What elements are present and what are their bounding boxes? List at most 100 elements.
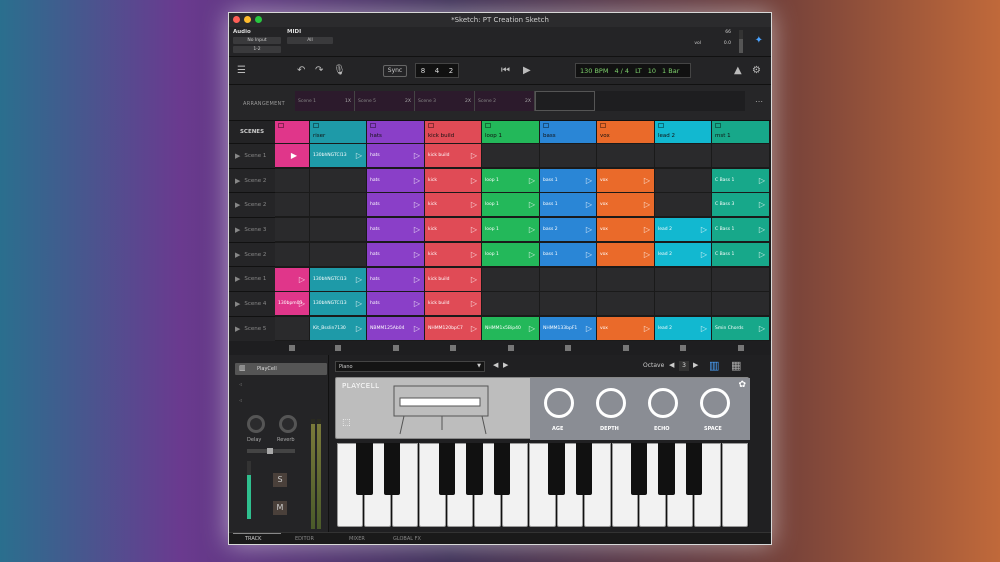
pin-icon[interactable]: ✦ <box>755 35 763 46</box>
empty-clip-slot[interactable] <box>310 168 366 192</box>
tab-global-fx[interactable]: GLOBAL FX <box>393 536 421 542</box>
clip-play-icon[interactable]: ▷ <box>471 151 477 160</box>
clip-play-icon[interactable]: ▷ <box>414 275 420 284</box>
clip-play-icon[interactable]: ▷ <box>471 275 477 284</box>
clip-play-icon[interactable]: ▷ <box>529 250 535 259</box>
empty-clip-slot[interactable] <box>540 267 596 291</box>
clip-cell[interactable]: loop 1 ▷ <box>482 218 539 242</box>
rewind-icon[interactable]: ⏮ <box>501 65 510 76</box>
pad-grid-icon[interactable]: ▦ <box>731 359 741 372</box>
undo-icon[interactable]: ↶ <box>297 65 305 76</box>
arrangement-segment[interactable]: Scene 3 2X <box>415 91 475 111</box>
track-header[interactable] <box>275 121 309 143</box>
clip-cell[interactable]: bass 2 ▷ <box>540 218 596 242</box>
clip-cell[interactable]: hats ▷ <box>367 193 424 217</box>
clip-cell[interactable]: C Bass 1 ▷ <box>712 218 769 242</box>
delay-knob[interactable] <box>247 415 265 433</box>
track-header[interactable]: mst 1 <box>712 121 769 143</box>
scene-launch-button[interactable]: ▶ Scene 4 <box>229 291 275 316</box>
scene-launch-button[interactable]: ▶ Scene 2 <box>229 192 275 218</box>
clip-cell[interactable]: NHMM1x5Bip40 ▷ <box>482 316 539 340</box>
clip-play-icon[interactable]: ▷ <box>414 151 420 160</box>
audio-channel-select[interactable]: 1-2 <box>233 46 281 53</box>
arrangement-segment[interactable]: Scene 5 2X <box>355 91 415 111</box>
clip-play-icon[interactable]: ▷ <box>701 250 707 259</box>
reverb-knob[interactable] <box>279 415 297 433</box>
metronome-icon[interactable]: ▲ <box>734 65 742 76</box>
clip-play-icon[interactable]: ▷ <box>299 275 305 284</box>
empty-clip-slot[interactable] <box>275 242 309 266</box>
octave-up-icon[interactable]: ▶ <box>693 361 698 369</box>
black-key[interactable] <box>383 443 401 495</box>
empty-clip-slot[interactable] <box>482 144 539 167</box>
stop-icon[interactable] <box>680 345 686 351</box>
empty-clip-slot[interactable] <box>597 292 654 316</box>
minimize-button[interactable] <box>244 16 251 23</box>
clip-cell[interactable]: loop 1 ▷ <box>482 168 539 192</box>
stop-icon[interactable] <box>335 345 341 351</box>
clip-play-icon[interactable]: ▷ <box>356 299 362 308</box>
empty-clip-slot[interactable] <box>482 267 539 291</box>
clip-play-icon[interactable]: ▷ <box>644 200 650 209</box>
black-key[interactable] <box>630 443 648 495</box>
clip-play-icon[interactable]: ▷ <box>644 176 650 185</box>
clip-cell[interactable]: vox ▷ <box>597 193 654 217</box>
black-key[interactable] <box>493 443 511 495</box>
empty-clip-slot[interactable] <box>310 218 366 242</box>
clip-cell[interactable]: ▷ <box>275 267 309 291</box>
clip-cell[interactable]: vox ▷ <box>597 218 654 242</box>
clip-cell[interactable]: hats ▷ <box>367 242 424 266</box>
space-knob[interactable] <box>700 388 730 418</box>
clip-play-icon[interactable]: ▷ <box>471 176 477 185</box>
audio-input-select[interactable]: No Input <box>233 37 281 44</box>
empty-clip-slot[interactable] <box>712 292 769 316</box>
clip-cell[interactable]: NBMM125Ab04 ▷ <box>367 316 424 340</box>
empty-clip-slot[interactable] <box>655 267 711 291</box>
clip-cell[interactable]: bass 1 ▷ <box>540 168 596 192</box>
clip-cell[interactable]: hats ▷ <box>367 292 424 316</box>
clip-cell[interactable]: kick ▷ <box>425 218 481 242</box>
depth-knob[interactable] <box>596 388 626 418</box>
clip-cell[interactable]: 130bhNGTCl13 ▷ <box>310 144 366 167</box>
clip-play-icon[interactable]: ▶ <box>291 151 297 160</box>
clip-play-icon[interactable]: ▷ <box>586 324 592 333</box>
clip-play-icon[interactable]: ▷ <box>586 250 592 259</box>
clip-cell[interactable]: ▶ <box>275 144 309 167</box>
clip-cell[interactable]: hats ▷ <box>367 267 424 291</box>
empty-clip-slot[interactable] <box>597 144 654 167</box>
stop-icon[interactable] <box>565 345 571 351</box>
scene-launch-button[interactable]: ▶ Scene 5 <box>229 315 275 341</box>
clip-cell[interactable]: bass 1 ▷ <box>540 193 596 217</box>
clip-cell[interactable]: hats ▷ <box>367 168 424 192</box>
clip-cell[interactable]: Smin Chords ▷ <box>712 316 769 340</box>
clip-play-icon[interactable]: ▷ <box>414 200 420 209</box>
track-header[interactable]: lead 2 <box>655 121 711 143</box>
tab-mixer[interactable]: MIXER <box>349 536 365 542</box>
track-header[interactable]: riser <box>310 121 366 143</box>
scene-launch-button[interactable]: ▶ Scene 2 <box>229 241 275 267</box>
prev-preset-icon[interactable]: ◀ <box>493 361 498 369</box>
arrangement-empty-slot[interactable] <box>535 91 595 111</box>
track-header[interactable]: vox <box>597 121 654 143</box>
empty-clip-slot[interactable] <box>275 193 309 217</box>
clip-cell[interactable]: C Bass 3 ▷ <box>712 193 769 217</box>
tempo-display[interactable]: 130 BPM 4 / 4 LT 10 1 Bar <box>575 63 691 78</box>
empty-clip-slot[interactable] <box>540 144 596 167</box>
clip-play-icon[interactable]: ▷ <box>759 250 765 259</box>
scene-launch-button[interactable]: ▶ Scene 1 <box>229 266 275 292</box>
stop-icon[interactable] <box>622 345 629 351</box>
mute-button[interactable]: M <box>273 501 287 515</box>
instrument-slot[interactable]: ▥ PlayCell <box>235 363 327 375</box>
clip-play-icon[interactable]: ▷ <box>529 200 535 209</box>
list-icon[interactable]: ☰ <box>237 65 246 76</box>
keyboard-icon[interactable]: ▥ <box>709 359 719 372</box>
track-header[interactable]: bass <box>540 121 596 143</box>
close-button[interactable] <box>233 16 240 23</box>
black-key[interactable] <box>658 443 675 495</box>
empty-clip-slot[interactable] <box>482 292 539 316</box>
scene-launch-button[interactable]: ▶ Scene 1 <box>229 143 275 168</box>
empty-clip-slot[interactable] <box>310 242 366 266</box>
stop-icon[interactable] <box>737 345 744 351</box>
stop-icon[interactable] <box>289 345 295 351</box>
more-icon[interactable]: ⋯ <box>755 97 763 106</box>
